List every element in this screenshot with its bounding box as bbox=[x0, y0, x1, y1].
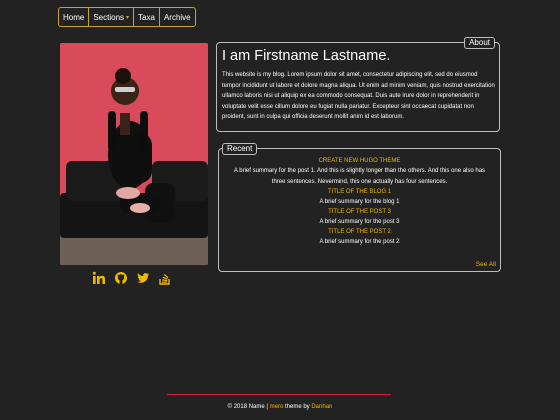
post-title-link[interactable]: CREATE NEW HUGO THEME bbox=[219, 157, 500, 166]
footer-copyright: © 2018 Name | bbox=[227, 404, 268, 410]
post-summary: A brief summary for the post 3 bbox=[319, 219, 400, 225]
about-panel: About I am Firstname Lastname. This webs… bbox=[216, 37, 500, 132]
post-title-link[interactable]: TITLE OF THE BLOG 1 bbox=[219, 188, 500, 197]
top-nav: Home Sections ▾ Taxa Archive bbox=[58, 7, 196, 27]
about-title: I am Firstname Lastname. bbox=[222, 48, 391, 64]
profile-photo bbox=[60, 43, 208, 265]
social-links bbox=[92, 271, 172, 285]
nav-home[interactable]: Home bbox=[59, 8, 90, 26]
post-title-link[interactable]: TITLE OF THE POST 3 bbox=[219, 208, 500, 217]
nav-taxa[interactable]: Taxa bbox=[134, 8, 160, 26]
nav-sections[interactable]: Sections ▾ bbox=[89, 8, 135, 26]
post-summary: A brief summary for the post 1. And this… bbox=[233, 168, 486, 185]
about-text: This website is my blog. Lorem ipsum dol… bbox=[222, 72, 495, 120]
linkedin-icon[interactable] bbox=[92, 271, 106, 285]
nav-archive-label: Archive bbox=[163, 12, 191, 22]
post-title-link[interactable]: TITLE OF THE POST 2 bbox=[219, 228, 500, 237]
nav-sections-label: Sections bbox=[93, 12, 125, 22]
recent-legend: Recent bbox=[222, 143, 258, 155]
recent-list: CREATE NEW HUGO THEME A brief summary fo… bbox=[219, 157, 500, 248]
post-summary: A brief summary for the blog 1 bbox=[319, 199, 400, 205]
nav-archive[interactable]: Archive bbox=[160, 8, 195, 26]
about-legend: About bbox=[464, 37, 495, 49]
profile-photo-illustration bbox=[60, 43, 208, 265]
footer-divider bbox=[167, 394, 391, 395]
footer: © 2018 Name | mero theme by Danhan bbox=[0, 404, 560, 410]
twitter-icon[interactable] bbox=[136, 271, 150, 285]
footer-theme-link[interactable]: mero bbox=[270, 404, 284, 410]
github-icon[interactable] bbox=[114, 271, 128, 285]
see-all-link[interactable]: See All bbox=[476, 261, 496, 268]
recent-panel: Recent CREATE NEW HUGO THEME A brief sum… bbox=[218, 143, 501, 272]
stackoverflow-icon[interactable] bbox=[158, 271, 172, 285]
nav-home-label: Home bbox=[63, 12, 85, 22]
post-summary: A brief summary for the post 2 bbox=[319, 239, 400, 245]
nav-taxa-label: Taxa bbox=[138, 12, 155, 22]
footer-theme-by: theme by bbox=[284, 404, 310, 410]
chevron-down-icon: ▾ bbox=[126, 14, 130, 21]
footer-author-link[interactable]: Danhan bbox=[311, 404, 332, 410]
